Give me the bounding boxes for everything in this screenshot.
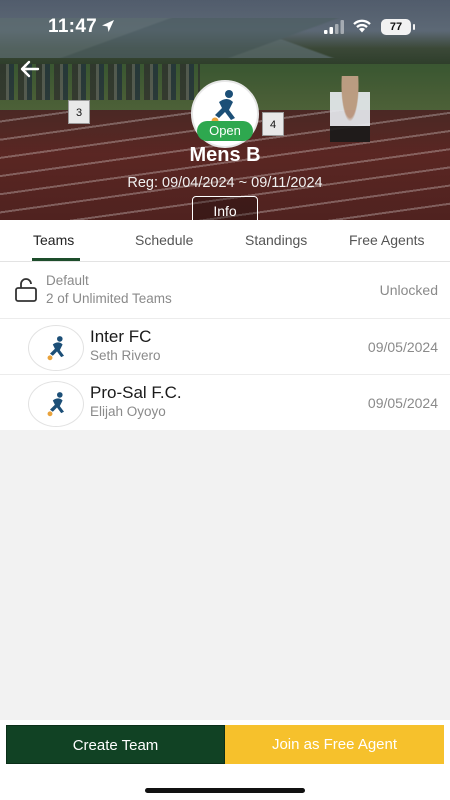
team-name: Pro-Sal F.C. xyxy=(90,383,182,402)
futsal-player-icon xyxy=(47,392,64,417)
tab-standings[interactable]: Standings xyxy=(245,232,307,248)
status-time: 11:47 xyxy=(48,16,98,37)
page-title: Mens B xyxy=(189,144,261,166)
team-date: 09/05/2024 xyxy=(367,339,438,355)
home-indicator[interactable] xyxy=(145,788,305,793)
futsal-player-icon xyxy=(47,336,64,361)
join-free-agent-button[interactable]: Join as Free Agent xyxy=(225,725,444,764)
table-row[interactable]: Inter FC Seth Rivero 09/05/2024 xyxy=(0,320,450,375)
group-team-count: 2 of Unlimited Teams xyxy=(46,291,172,306)
create-team-button[interactable]: Create Team xyxy=(6,725,225,764)
group-lock-status: Unlocked xyxy=(379,282,438,298)
empty-list-area xyxy=(0,430,450,720)
wifi-icon xyxy=(353,19,371,33)
team-captain: Elijah Oyoyo xyxy=(90,404,166,419)
active-tab-indicator xyxy=(32,258,80,261)
back-arrow-icon[interactable] xyxy=(18,58,42,80)
group-name: Default xyxy=(46,273,89,288)
info-button[interactable]: Info xyxy=(192,196,258,220)
location-arrow-icon xyxy=(102,20,114,32)
status-bar: 11:47 77 xyxy=(0,0,450,52)
table-row[interactable]: Pro-Sal F.C. Elijah Oyoyo 09/05/2024 xyxy=(0,376,450,431)
hurdle-marker: 3 xyxy=(68,100,90,124)
bottom-action-bar: Create Team Join as Free Agent xyxy=(0,720,450,800)
team-group-header[interactable]: Default 2 of Unlimited Teams Unlocked xyxy=(0,263,450,319)
team-name: Inter FC xyxy=(90,327,152,346)
tab-schedule[interactable]: Schedule xyxy=(135,232,193,248)
registration-dates: Reg: 09/04/2024 ~ 09/11/2024 xyxy=(127,175,323,191)
tab-bar: Teams Schedule Standings Free Agents xyxy=(0,220,450,262)
team-logo xyxy=(28,325,84,371)
cellular-signal-icon xyxy=(324,20,344,34)
team-logo xyxy=(28,381,84,427)
status-badge: Open xyxy=(197,121,253,141)
team-captain: Seth Rivero xyxy=(90,348,161,363)
battery-icon: 77 xyxy=(381,19,415,35)
unlock-icon xyxy=(15,278,37,302)
hurdle-marker: 4 xyxy=(262,112,284,136)
league-header: 3 4 11:47 77 Open Mens B Reg: 09/04/2024… xyxy=(0,0,450,220)
tab-free-agents[interactable]: Free Agents xyxy=(349,232,425,248)
team-date: 09/05/2024 xyxy=(367,395,438,411)
tab-teams[interactable]: Teams xyxy=(33,232,74,248)
